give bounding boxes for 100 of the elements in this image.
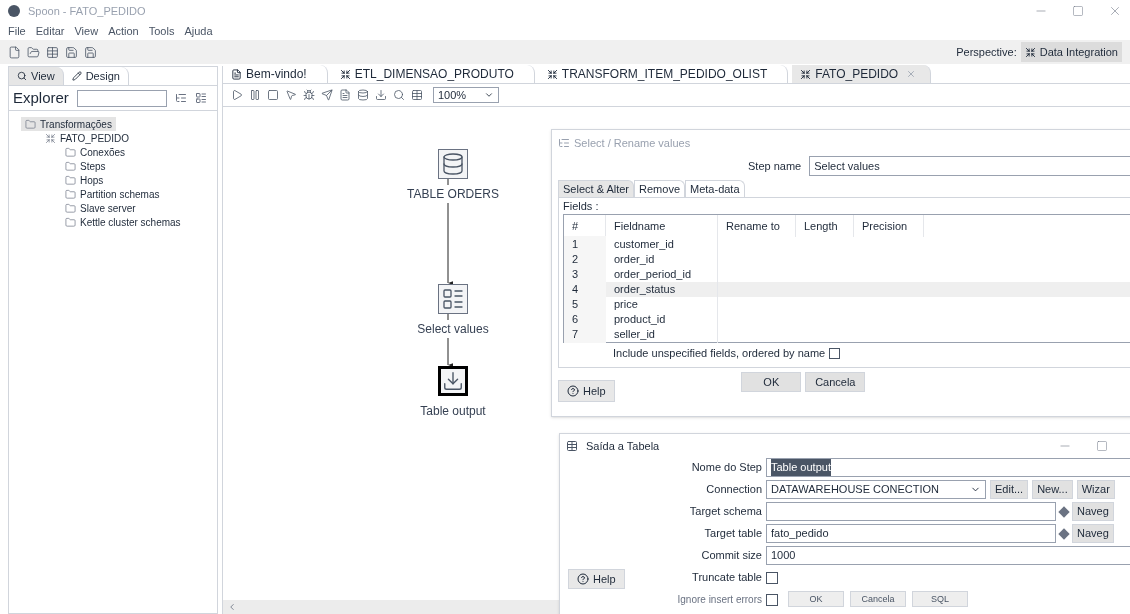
toolbar-icon[interactable]: [357, 89, 369, 101]
dialog-button[interactable]: Cancela: [850, 591, 906, 607]
tree-item[interactable]: Kettle cluster schemas: [61, 215, 185, 229]
column-header[interactable]: Precision: [854, 215, 924, 237]
dialog-button[interactable]: OK: [741, 372, 802, 392]
text-field[interactable]: 1000: [766, 546, 1130, 565]
row-number: 6: [564, 311, 606, 328]
row-number: 3: [564, 266, 606, 283]
menu-item[interactable]: Action: [108, 22, 139, 40]
folder-icon: [65, 146, 76, 158]
toolbar-icon[interactable]: [249, 89, 261, 101]
close-icon[interactable]: [1108, 4, 1122, 18]
pencil-icon: [71, 71, 82, 81]
step-label: Select values: [417, 320, 489, 338]
tree-item[interactable]: Conexões: [61, 145, 130, 159]
folder-icon: [65, 160, 76, 172]
dialog-button[interactable]: SQL: [912, 591, 968, 607]
menu-item[interactable]: View: [74, 22, 99, 40]
tree-item[interactable]: Partition schemas: [61, 187, 164, 201]
dialog-button[interactable]: OK: [788, 591, 844, 607]
field-label: Ignore insert errors: [677, 593, 762, 607]
toolbar-icon[interactable]: [231, 89, 243, 101]
text-field[interactable]: fato_pedido: [766, 524, 1056, 543]
help-button[interactable]: Help: [558, 380, 615, 402]
scroll-left-icon[interactable]: [227, 602, 237, 612]
table-row[interactable]: 7 seller_id: [564, 327, 1130, 342]
toolbar-icon[interactable]: [65, 45, 78, 59]
field-value: 1000: [771, 548, 796, 564]
menu-item[interactable]: Ajuda: [184, 22, 213, 40]
toolbar-icon[interactable]: [27, 45, 40, 59]
text-field[interactable]: Table output: [766, 458, 1130, 477]
document-icon: [231, 68, 242, 80]
dialog-icon: [558, 137, 570, 149]
browse-button[interactable]: Naveg: [1072, 524, 1114, 543]
tree-view-icon[interactable]: [174, 92, 187, 104]
row-number: 2: [564, 251, 606, 268]
toolbar-icon[interactable]: [84, 45, 97, 59]
toolbar-icon[interactable]: [285, 89, 297, 101]
checkbox[interactable]: [766, 571, 778, 584]
panel-tab[interactable]: View: [9, 67, 64, 85]
perspective-icon: [1024, 46, 1036, 58]
view-icon: [17, 71, 27, 81]
field-value: Table output: [771, 459, 831, 476]
browse-button[interactable]: Naveg: [1072, 502, 1114, 521]
transformation-icon: [339, 68, 351, 80]
menu-item[interactable]: Editar: [35, 22, 65, 40]
folder-icon: [25, 118, 36, 130]
help-button[interactable]: Help: [568, 569, 625, 589]
toolbar-icon[interactable]: [303, 89, 315, 101]
column-header[interactable]: Length: [796, 215, 854, 237]
step-name-field[interactable]: Select values: [809, 156, 1130, 176]
toolbar-icon[interactable]: [267, 89, 279, 101]
toolbar-icon[interactable]: [46, 45, 59, 59]
connection-select[interactable]: DATAWAREHOUSE CONECTION: [766, 480, 986, 499]
step-node-icon[interactable]: [438, 149, 468, 179]
step-node-icon[interactable]: [438, 284, 468, 314]
zoom-select[interactable]: 100%: [433, 87, 499, 103]
checkbox[interactable]: [766, 593, 778, 606]
field-label: Target table: [704, 526, 762, 542]
column-header[interactable]: Fieldname: [606, 215, 718, 237]
connection-button[interactable]: New...: [1032, 480, 1073, 499]
menu-item[interactable]: Tools: [148, 22, 175, 40]
dialog-tab[interactable]: Meta-data: [685, 180, 745, 197]
field-label: Truncate table: [692, 570, 762, 586]
tree-item[interactable]: Steps: [61, 159, 110, 173]
toolbar-icon[interactable]: [339, 89, 351, 101]
tree-item[interactable]: FATO_PEDIDO: [41, 131, 134, 145]
dialog-tab[interactable]: Remove: [634, 180, 685, 197]
toolbar-icon[interactable]: [8, 45, 21, 59]
list-view-icon[interactable]: [194, 92, 207, 104]
dialog-button[interactable]: Cancela: [805, 372, 866, 392]
toolbar-icon[interactable]: [411, 89, 423, 101]
dialog-tab[interactable]: Select & Alter: [558, 180, 635, 197]
perspective-button[interactable]: Data Integration: [1020, 42, 1122, 62]
editor-tab[interactable]: FATO_PEDIDO: [792, 65, 932, 83]
text-field[interactable]: [766, 502, 1056, 521]
explorer-search-field[interactable]: [76, 89, 167, 107]
help-icon: [577, 573, 589, 585]
connection-button[interactable]: Wizar: [1076, 480, 1115, 499]
table-row[interactable]: 4 order_status: [564, 282, 1130, 297]
tree-item[interactable]: Slave server: [61, 201, 140, 215]
step-label: TABLE ORDERS: [407, 185, 499, 203]
menu-item[interactable]: File: [8, 22, 26, 40]
connection-button[interactable]: Edit...: [990, 480, 1029, 499]
include-checkbox[interactable]: [829, 347, 841, 359]
toolbar-icon[interactable]: [393, 89, 405, 101]
folder-icon: [65, 188, 76, 200]
app-logo-icon: [8, 5, 20, 17]
variable-icon: [1058, 505, 1070, 518]
dialog-title: Saída a Tabela: [586, 438, 660, 454]
step-node-icon[interactable]: [438, 366, 468, 396]
toolbar-icon[interactable]: [375, 89, 387, 101]
step-name-label: Step name: [748, 158, 802, 174]
tree-item[interactable]: Hops: [61, 173, 108, 187]
toolbar-icon[interactable]: [321, 89, 333, 101]
folder-icon: [65, 174, 76, 186]
field-label: Commit size: [701, 548, 762, 564]
help-icon: [567, 385, 579, 397]
column-header[interactable]: Rename to: [718, 215, 796, 237]
tree-item[interactable]: Transformações: [21, 117, 116, 131]
